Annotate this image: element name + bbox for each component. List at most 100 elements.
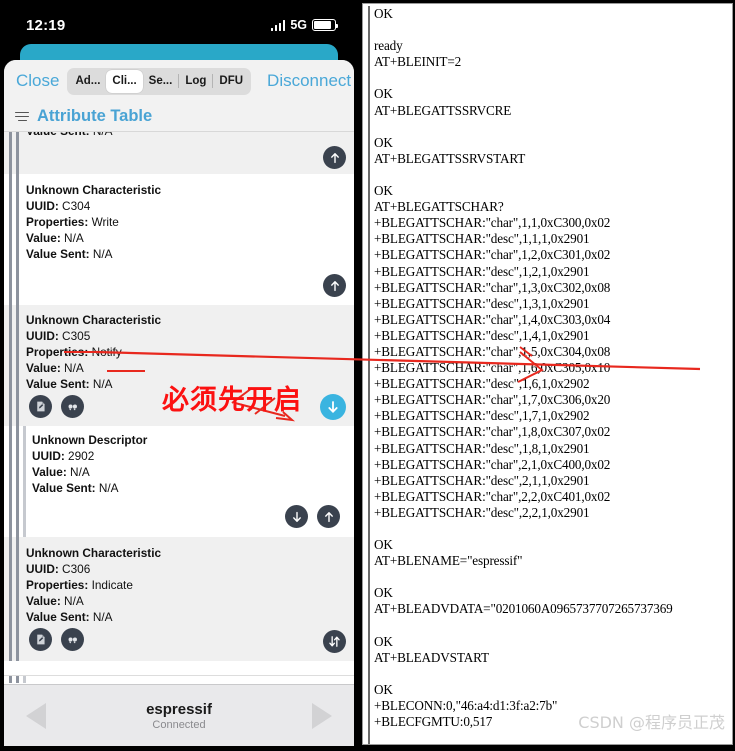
ios-status-bar: 12:19 5G <box>4 6 354 44</box>
segment-client[interactable]: Cli... <box>106 69 143 93</box>
segment-server[interactable]: Se... <box>143 70 179 93</box>
row-content <box>26 141 354 174</box>
quote-icon[interactable] <box>61 395 84 418</box>
segment-log[interactable]: Log <box>179 70 212 93</box>
terminal-line: +BLEGATTSCHAR:"char",1,6,0xC305,0x10 <box>374 360 611 376</box>
terminal-line: +BLEGATTSCHAR:"char",1,8,0xC307,0x02 <box>374 424 611 440</box>
row-content <box>26 500 354 537</box>
terminal-line: +BLEGATTSCHAR:"desc",1,8,1,0x2901 <box>374 440 590 456</box>
attribute-list[interactable]: Value Sent: N/A <box>4 132 354 702</box>
phone-panel: 12:19 5G Close Ad... Cli... Se... Log DF… <box>0 0 358 751</box>
terminal-line: AT+BLEGATTSSRVCRE <box>374 102 512 118</box>
disconnect-button[interactable]: Disconnect <box>267 71 351 91</box>
nav-next-icon[interactable] <box>312 702 332 729</box>
table-row-actions[interactable] <box>4 500 354 537</box>
status-time: 12:19 <box>26 16 66 34</box>
attr-value: Value: N/A <box>26 361 84 375</box>
terminal-line: +BLEGATTSCHAR:"desc",1,4,1,0x2901 <box>374 327 590 343</box>
connection-status: Connected <box>152 718 206 731</box>
serial-terminal-panel[interactable]: OK ready AT+BLEINIT=2 OK AT+BLEGATTSSRVCRE OK… <box>362 3 733 745</box>
arrow-down-icon[interactable] <box>285 505 308 528</box>
attr-value-sent: Value Sent: N/A <box>26 247 113 261</box>
terminal-line: OK <box>374 134 393 150</box>
terminal-line: +BLEGATTSCHAR:"desc",1,1,1,0x2901 <box>374 231 590 247</box>
indent-rails <box>4 426 26 500</box>
terminal-output[interactable]: OK ready AT+BLEINIT=2 OK AT+BLEGATTSSRVCRE OK… <box>368 6 732 744</box>
row-action-buttons-right[interactable] <box>320 394 346 420</box>
attr-value: Value: N/A <box>32 465 90 479</box>
attr-uuid: UUID: C304 <box>26 199 91 213</box>
segmented-control[interactable]: Ad... Cli... Se... Log DFU <box>67 67 252 95</box>
network-type-label: 5G <box>290 18 307 32</box>
attribute-table-header: Attribute Table <box>4 102 354 132</box>
table-row-actions[interactable] <box>4 141 354 174</box>
segment-dfu[interactable]: DFU <box>213 70 249 93</box>
arrow-up-icon[interactable] <box>323 146 346 169</box>
terminal-line: OK <box>374 633 393 649</box>
terminal-line: AT+BLEADVSTART <box>374 649 489 665</box>
terminal-line: AT+BLEINIT=2 <box>374 54 462 70</box>
attr-uuid: UUID: 2902 <box>32 449 95 463</box>
terminal-line: +BLEGATTSCHAR:"desc",1,7,1,0x2902 <box>374 408 590 424</box>
terminal-line: +BLEGATTSCHAR:"char",1,1,0xC300,0x02 <box>374 215 611 231</box>
terminal-line: +BLEGATTSCHAR:"char",2,2,0xC401,0x02 <box>374 488 611 504</box>
attr-value-sent: Value Sent: N/A <box>26 132 344 139</box>
write-document-icon[interactable] <box>29 395 52 418</box>
indent-rails <box>4 132 26 141</box>
row-action-buttons-right[interactable] <box>323 630 346 653</box>
indent-rails <box>4 500 26 537</box>
terminal-line: +BLEGATTSCHAR:"char",1,3,0xC302,0x08 <box>374 279 611 295</box>
attr-title: Unknown Descriptor <box>32 433 148 447</box>
arrow-down-circle-icon-active[interactable] <box>320 394 346 420</box>
annotation-note: 必须先开启 <box>162 385 302 416</box>
terminal-line: OK <box>374 585 393 601</box>
table-row[interactable]: Value Sent: N/A <box>4 132 354 141</box>
terminal-line: +BLEGATTSCHAR:"char",1,5,0xC304,0x08 <box>374 343 611 359</box>
terminal-line: +BLEGATTSCHAR:"char",1,7,0xC306,0x20 <box>374 392 611 408</box>
nav-previous-icon[interactable] <box>26 702 46 729</box>
phone-screen: 12:19 5G Close Ad... Cli... Se... Log DF… <box>4 6 354 746</box>
table-row[interactable]: Unknown Descriptor UUID: 2902 Value: N/A… <box>4 426 354 500</box>
quote-icon[interactable] <box>61 628 84 651</box>
attr-properties: Properties: Indicate <box>26 578 133 592</box>
attr-title: Unknown Characteristic <box>26 546 162 560</box>
indent-rails <box>4 174 26 268</box>
signal-bars-icon <box>270 20 286 31</box>
terminal-line: +BLEGATTSCHAR:"desc",1,6,1,0x2902 <box>374 376 590 392</box>
row-action-buttons[interactable] <box>26 625 344 657</box>
row-action-buttons[interactable] <box>323 146 346 169</box>
close-button[interactable]: Close <box>16 71 59 91</box>
attr-uuid: UUID: C306 <box>26 562 91 576</box>
terminal-line: +BLEGATTSCHAR:"desc",1,2,1,0x2901 <box>374 263 590 279</box>
arrow-up-down-icon[interactable] <box>323 630 346 653</box>
arrow-up-icon[interactable] <box>323 274 346 297</box>
attr-title: Unknown Characteristic <box>26 183 162 197</box>
attr-value-sent: Value Sent: N/A <box>32 481 119 495</box>
indent-rails <box>4 141 26 174</box>
terminal-line: +BLEGATTSCHAR:"desc",2,1,1,0x2901 <box>374 472 590 488</box>
battery-icon <box>312 19 339 31</box>
row-content: Value Sent: N/A <box>26 132 354 141</box>
table-row[interactable]: Unknown Characteristic UUID: C306 Proper… <box>4 537 354 661</box>
terminal-line: +BLEGATTSCHAR:"desc",2,2,1,0x2901 <box>374 504 590 520</box>
indent-rails <box>4 268 26 305</box>
row-action-buttons[interactable] <box>323 274 346 297</box>
table-row[interactable]: Unknown Characteristic UUID: C304 Proper… <box>4 174 354 268</box>
device-info: espressif Connected <box>146 701 212 731</box>
write-document-icon[interactable] <box>29 628 52 651</box>
table-row-actions[interactable] <box>4 268 354 305</box>
row-content: Unknown Characteristic UUID: C304 Proper… <box>26 174 354 268</box>
terminal-line: OK <box>374 681 393 697</box>
attr-value-sent: Value Sent: N/A <box>26 610 113 624</box>
terminal-line: +BLEGATTSCHAR:"desc",1,3,1,0x2901 <box>374 295 590 311</box>
watermark: CSDN @程序员正茂 <box>578 713 725 732</box>
arrow-up-icon[interactable] <box>317 505 340 528</box>
segment-advertise[interactable]: Ad... <box>69 70 106 93</box>
row-action-buttons[interactable] <box>285 505 340 528</box>
